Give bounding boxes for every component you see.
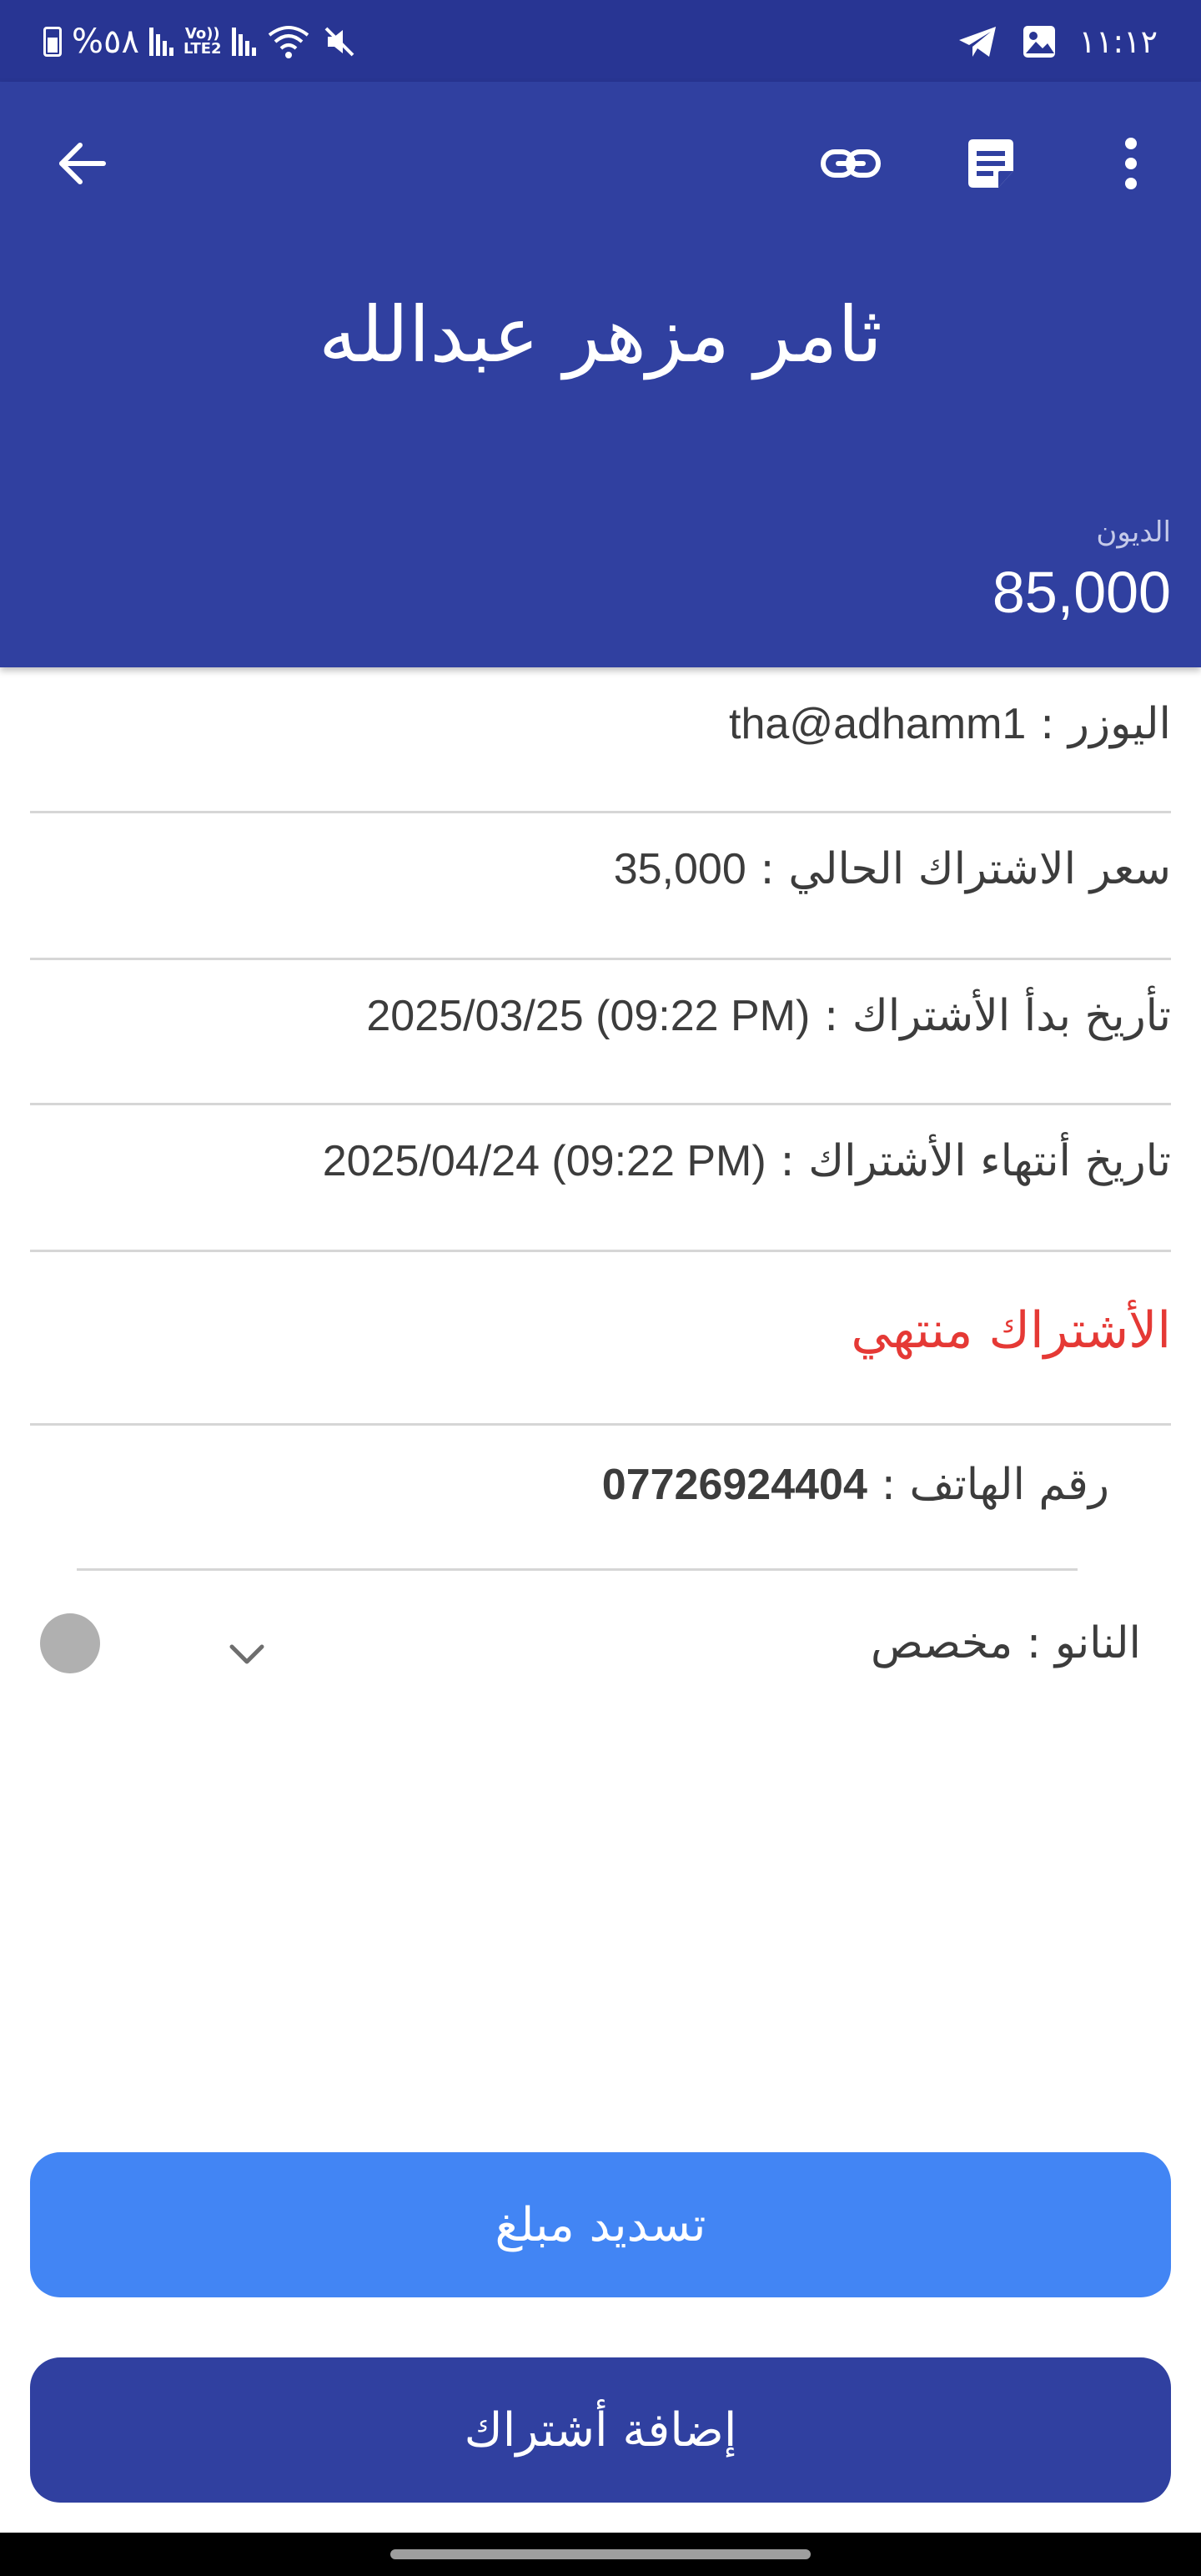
customer-name: ثامر مزهر عبدالله (319, 290, 882, 380)
price-value: 35,000 (613, 845, 746, 893)
divider (30, 958, 1171, 960)
clock: ١١:١٢ (1078, 23, 1158, 60)
note-icon (968, 139, 1013, 188)
lte-indicator: Vo)) LTE2 (183, 25, 222, 58)
divider (30, 1103, 1171, 1105)
divider (30, 811, 1171, 813)
end-date-row: تاريخ أنتهاء الأشتراك : 2025/04/24 (09:2… (30, 1136, 1171, 1186)
status-dot (40, 1613, 100, 1673)
price-label: سعر الاشتراك الحالي : (760, 844, 1171, 894)
signal-icon-2 (231, 28, 256, 56)
end-date-value: 2025/04/24 (09:22 PM) (322, 1137, 766, 1185)
end-date-label: تاريخ أنتهاء الأشتراك : (780, 1136, 1171, 1186)
status-bar-left: %٥٨ Vo)) LTE2 (43, 23, 358, 61)
status-bar-right: ١١:١٢ (957, 23, 1158, 60)
start-date-value: 2025/03/25 (09:22 PM) (366, 992, 811, 1040)
status-bar: %٥٨ Vo)) LTE2 ١١:١٢ (0, 0, 1201, 82)
phone-label: رقم الهاتف : (881, 1460, 1109, 1510)
link-icon (821, 149, 881, 178)
add-subscription-button[interactable]: إضافة أشتراك (30, 2357, 1171, 2503)
back-button[interactable] (40, 122, 123, 205)
pay-amount-button[interactable]: تسديد مبلغ (30, 2152, 1171, 2297)
user-value: tha@adhamm1 (729, 700, 1027, 748)
price-row: سعر الاشتراك الحالي : 35,000 (30, 844, 1171, 894)
user-row: اليوزر : tha@adhamm1 (30, 699, 1171, 749)
app-bar: ثامر مزهر عبدالله الديون 85,000 (0, 82, 1201, 667)
divider (77, 1568, 1078, 1571)
home-gesture-handle[interactable] (390, 2549, 811, 2559)
start-date-row: تأريخ بدأ الأشتراك : 2025/03/25 (09:22 P… (30, 991, 1171, 1041)
start-date-label: تأريخ بدأ الأشتراك : (823, 991, 1171, 1041)
nano-row[interactable]: النانو : مخصص (871, 1618, 1141, 1668)
wifi-icon (268, 26, 309, 58)
divider (30, 1423, 1171, 1426)
more-options-button[interactable] (1089, 122, 1173, 205)
battery-percent: %٥٨ (72, 23, 139, 61)
link-button[interactable] (809, 122, 892, 205)
nano-label: النانو : (1026, 1618, 1141, 1668)
battery-icon (43, 27, 62, 57)
debt-value: 85,000 (992, 560, 1171, 625)
nano-value: مخصص (871, 1618, 1013, 1668)
arrow-back-icon (59, 143, 106, 184)
chevron-down-icon[interactable] (224, 1637, 270, 1670)
note-button[interactable] (949, 122, 1033, 205)
mute-icon (324, 27, 354, 57)
more-vert-icon (1125, 138, 1137, 189)
divider (30, 1250, 1171, 1252)
debt-label: الديون (1096, 516, 1171, 549)
phone-value[interactable]: 07726924404 (602, 1461, 867, 1509)
subscription-status: الأشتراك منتهي (851, 1301, 1171, 1360)
signal-icon (148, 28, 173, 56)
telegram-icon (958, 27, 996, 57)
user-label: اليوزر : (1039, 699, 1171, 749)
gallery-icon (1023, 26, 1055, 58)
navigation-bar (0, 2533, 1201, 2576)
phone-row[interactable]: رقم الهاتف : 07726924404 (602, 1460, 1109, 1510)
